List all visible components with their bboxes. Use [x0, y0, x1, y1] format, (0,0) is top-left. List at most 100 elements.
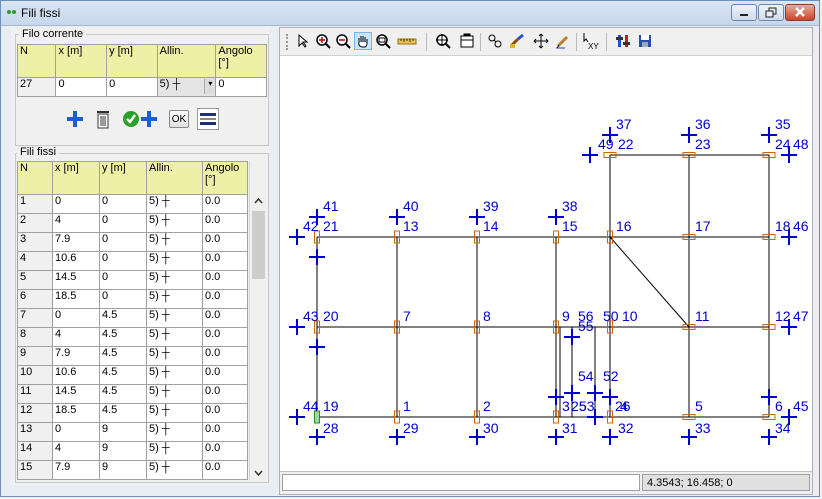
row-y[interactable]: 4.5	[99, 308, 147, 328]
list-header-y[interactable]: y [m]	[99, 161, 147, 195]
list-scrollbar[interactable]	[249, 161, 267, 480]
delete-button[interactable]	[93, 108, 113, 130]
row-y[interactable]: 0	[99, 232, 147, 252]
row-align[interactable]: 5) ┼	[146, 403, 203, 423]
row-number[interactable]: 15	[17, 460, 53, 480]
row-y[interactable]: 4.5	[99, 327, 147, 347]
row-angle[interactable]: 0.0	[202, 194, 248, 214]
row-y[interactable]: 0	[99, 251, 147, 271]
table-row[interactable]: 13 0 9 5) ┼ 0.0	[17, 422, 248, 442]
row-number[interactable]: 6	[17, 289, 53, 309]
current-header-y[interactable]: y [m]	[106, 44, 158, 78]
row-number[interactable]: 10	[17, 365, 53, 385]
maximize-button[interactable]	[758, 4, 784, 21]
row-y[interactable]: 0	[99, 270, 147, 290]
row-angle[interactable]: 0.0	[202, 213, 248, 233]
row-number[interactable]: 3	[17, 232, 53, 252]
list-header-angle[interactable]: Angolo [°]	[202, 161, 248, 195]
measure-ruler-icon[interactable]	[396, 32, 418, 50]
row-align[interactable]: 5) ┼	[146, 251, 203, 271]
chevron-down-icon[interactable]: ▾	[204, 79, 215, 94]
row-angle[interactable]: 0.0	[202, 327, 248, 347]
row-x[interactable]: 4	[52, 327, 100, 347]
scroll-down-icon[interactable]	[254, 470, 263, 477]
row-number[interactable]: 7	[17, 308, 53, 328]
row-angle[interactable]: 0.0	[202, 365, 248, 385]
current-header-align[interactable]: Allin.	[156, 44, 217, 78]
row-align[interactable]: 5) ┼	[146, 346, 203, 366]
table-row[interactable]: 1 0 0 5) ┼ 0.0	[17, 194, 248, 214]
row-angle[interactable]: 0.0	[202, 441, 248, 461]
snap-icon[interactable]	[486, 32, 504, 50]
paint-icon[interactable]	[508, 32, 526, 50]
scroll-thumb[interactable]	[252, 211, 265, 279]
row-x[interactable]: 18.5	[52, 403, 100, 423]
row-y[interactable]: 4.5	[99, 403, 147, 423]
row-number[interactable]: 14	[17, 441, 53, 461]
table-row[interactable]: 10 10.6 4.5 5) ┼ 0.0	[17, 365, 248, 385]
row-align[interactable]: 5) ┼	[146, 460, 203, 480]
table-row[interactable]: 2 4 0 5) ┼ 0.0	[17, 213, 248, 233]
close-button[interactable]	[785, 4, 815, 21]
row-x[interactable]: 7.9	[52, 346, 100, 366]
row-align[interactable]: 5) ┼	[146, 270, 203, 290]
row-angle[interactable]: 0.0	[202, 289, 248, 309]
pencil-icon[interactable]	[554, 32, 572, 50]
row-y[interactable]: 0	[99, 213, 147, 233]
scroll-up-icon[interactable]	[254, 197, 263, 204]
row-x[interactable]: 0	[52, 308, 100, 328]
zoom-out-icon[interactable]	[334, 32, 352, 50]
table-row[interactable]: 8 4 4.5 5) ┼ 0.0	[17, 327, 248, 347]
add-button[interactable]	[65, 109, 85, 129]
table-row[interactable]: 14 4 9 5) ┼ 0.0	[17, 441, 248, 461]
structural-plan-canvas[interactable]: 1 2 3 4 5 67 8 9 10 11 1213 14 15 16 17 1819202122 23 242…	[280, 55, 812, 471]
row-x[interactable]: 4	[52, 213, 100, 233]
save-icon[interactable]	[636, 32, 654, 50]
row-y[interactable]: 4.5	[99, 384, 147, 404]
table-row[interactable]: 12 18.5 4.5 5) ┼ 0.0	[17, 403, 248, 423]
row-angle[interactable]: 0.0	[202, 460, 248, 480]
row-x[interactable]: 18.5	[52, 289, 100, 309]
row-number[interactable]: 4	[17, 251, 53, 271]
row-number[interactable]: 5	[17, 270, 53, 290]
row-x[interactable]: 7.9	[52, 460, 100, 480]
row-align[interactable]: 5) ┼	[146, 441, 203, 461]
current-header-n[interactable]: N	[16, 44, 57, 78]
current-header-x[interactable]: x [m]	[55, 44, 108, 78]
ok-button[interactable]: OK	[169, 110, 189, 128]
row-angle[interactable]: 0.0	[202, 232, 248, 252]
row-angle[interactable]: 0.0	[202, 270, 248, 290]
table-row[interactable]: 6 18.5 0 5) ┼ 0.0	[17, 289, 248, 309]
row-number[interactable]: 8	[17, 327, 53, 347]
list-header-x[interactable]: x [m]	[52, 161, 100, 195]
move-icon[interactable]	[532, 32, 550, 50]
minimize-button[interactable]	[731, 4, 757, 21]
row-x[interactable]: 7.9	[52, 232, 100, 252]
row-align[interactable]: 5) ┼	[146, 384, 203, 404]
current-align-select[interactable]: 5) ┼ ▾	[156, 77, 217, 97]
row-number[interactable]: 12	[17, 403, 53, 423]
row-angle[interactable]: 0.0	[202, 384, 248, 404]
table-row[interactable]: 15 7.9 9 5) ┼ 0.0	[17, 460, 248, 480]
table-row[interactable]: 9 7.9 4.5 5) ┼ 0.0	[17, 346, 248, 366]
row-x[interactable]: 10.6	[52, 365, 100, 385]
row-angle[interactable]: 0.0	[202, 346, 248, 366]
row-align[interactable]: 5) ┼	[146, 422, 203, 442]
pan-hand-icon[interactable]	[354, 32, 372, 50]
row-x[interactable]: 10.6	[52, 251, 100, 271]
row-number[interactable]: 1	[17, 194, 53, 214]
row-align[interactable]: 5) ┼	[146, 308, 203, 328]
row-align[interactable]: 5) ┼	[146, 232, 203, 252]
row-angle[interactable]: 0.0	[202, 403, 248, 423]
current-x-input[interactable]: 0	[55, 77, 108, 97]
row-y[interactable]: 0	[99, 194, 147, 214]
table-row[interactable]: 3 7.9 0 5) ┼ 0.0	[17, 232, 248, 252]
row-y[interactable]: 0	[99, 289, 147, 309]
line-style-button[interactable]	[197, 108, 219, 130]
row-y[interactable]: 4.5	[99, 346, 147, 366]
row-align[interactable]: 5) ┼	[146, 194, 203, 214]
zoom-in-icon[interactable]	[314, 32, 332, 50]
row-number[interactable]: 11	[17, 384, 53, 404]
row-number[interactable]: 2	[17, 213, 53, 233]
table-row[interactable]: 11 14.5 4.5 5) ┼ 0.0	[17, 384, 248, 404]
